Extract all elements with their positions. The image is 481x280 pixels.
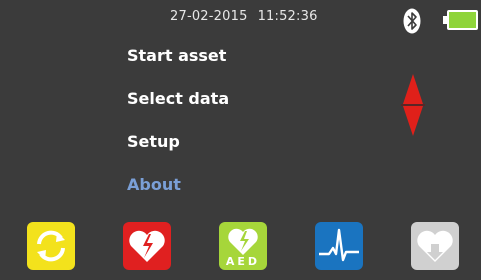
date-text: 27-02-2015 xyxy=(170,9,248,24)
datetime: 27-02-2015 11:52:36 xyxy=(170,9,318,24)
aed-button[interactable]: AED xyxy=(219,222,267,270)
menu-item-select-data[interactable]: Select data xyxy=(127,89,347,132)
bottom-toolbar: AED xyxy=(0,220,481,280)
menu-item-setup[interactable]: Setup xyxy=(127,132,347,175)
aed-label: AED xyxy=(225,255,261,268)
refresh-button[interactable] xyxy=(27,222,75,270)
menu-item-about[interactable]: About xyxy=(127,175,347,218)
battery-full-icon xyxy=(443,10,478,30)
ecg-button[interactable] xyxy=(315,222,363,270)
broken-heart-button[interactable] xyxy=(123,222,171,270)
menu-item-start-asset[interactable]: Start asset xyxy=(127,46,347,89)
ecg-waveform-icon xyxy=(319,228,359,262)
scroll-arrows-icon[interactable] xyxy=(401,74,425,136)
broken-heart-icon xyxy=(129,230,165,262)
heart-download-icon xyxy=(417,230,453,262)
time-text: 11:52:36 xyxy=(257,9,318,24)
status-bar: 27-02-2015 11:52:36 xyxy=(0,0,481,36)
heart-download-button[interactable] xyxy=(411,222,459,270)
device-screen: 27-02-2015 11:52:36 Start asset Select da… xyxy=(0,0,481,280)
main-menu: Start asset Select data Setup About xyxy=(127,46,347,218)
bluetooth-icon xyxy=(403,8,421,34)
refresh-icon xyxy=(37,230,65,262)
